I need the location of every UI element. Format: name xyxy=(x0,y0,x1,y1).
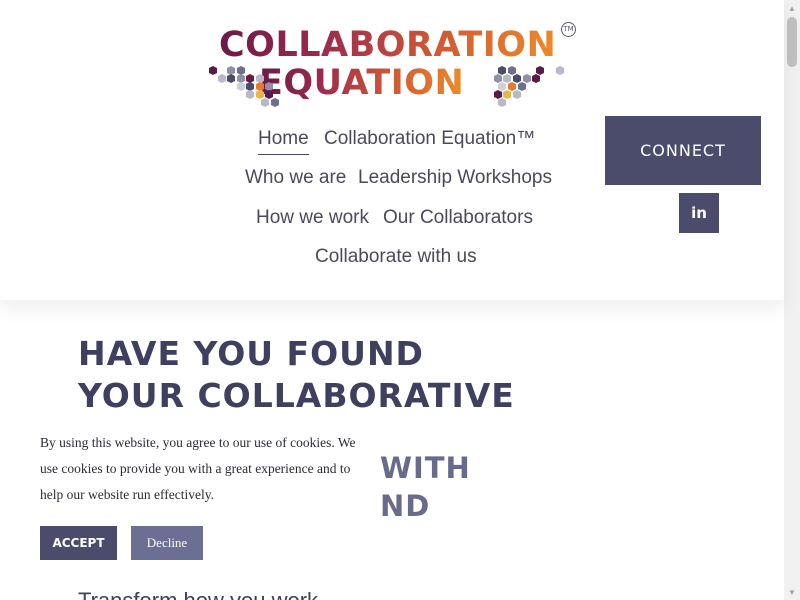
scroll-down-icon[interactable]: ▼ xyxy=(784,584,800,600)
scrollbar[interactable]: ▲ ▼ xyxy=(784,0,800,600)
cookie-banner: By using this website, you agree to our … xyxy=(0,410,380,580)
scroll-thumb[interactable] xyxy=(787,17,797,67)
nav-item-collaboration-equation[interactable]: Collaboration Equation™ xyxy=(324,128,535,150)
cookie-text: By using this website, you agree to our … xyxy=(40,435,356,502)
linkedin-icon[interactable]: in xyxy=(679,193,719,233)
connect-button[interactable]: CONNECT xyxy=(605,116,761,185)
accept-button[interactable]: ACCEPT xyxy=(40,526,117,560)
hero-title-line-1: HAVE YOU FOUND xyxy=(78,334,424,373)
trademark-icon: TM xyxy=(561,22,576,37)
scroll-up-icon[interactable]: ▲ xyxy=(784,0,800,16)
collaboration-equation-logo[interactable]: COLLABORATION EQUATION TM xyxy=(205,22,580,110)
nav-item-collaborate-with-us[interactable]: Collaborate with us xyxy=(315,246,477,268)
nav-item-leadership-workshops[interactable]: Leadership Workshops xyxy=(358,167,552,189)
nav-item-home[interactable]: Home xyxy=(258,128,309,155)
logo-line-2: EQUATION xyxy=(259,63,465,103)
hexagon-cluster-left-icon xyxy=(209,66,279,107)
nav-item-who-we-are[interactable]: Who we are xyxy=(245,167,346,189)
hero-subtitle: Transform how you work xyxy=(78,588,318,600)
nav-item-how-we-work[interactable]: How we work xyxy=(256,207,369,229)
decline-button[interactable]: Decline xyxy=(131,526,203,560)
logo-line-1: COLLABORATION xyxy=(219,25,557,65)
nav-item-our-collaborators[interactable]: Our Collaborators xyxy=(383,207,533,229)
site-header: COLLABORATION EQUATION TM Home Collabora… xyxy=(0,0,784,300)
hexagon-cluster-right-icon xyxy=(494,66,564,107)
